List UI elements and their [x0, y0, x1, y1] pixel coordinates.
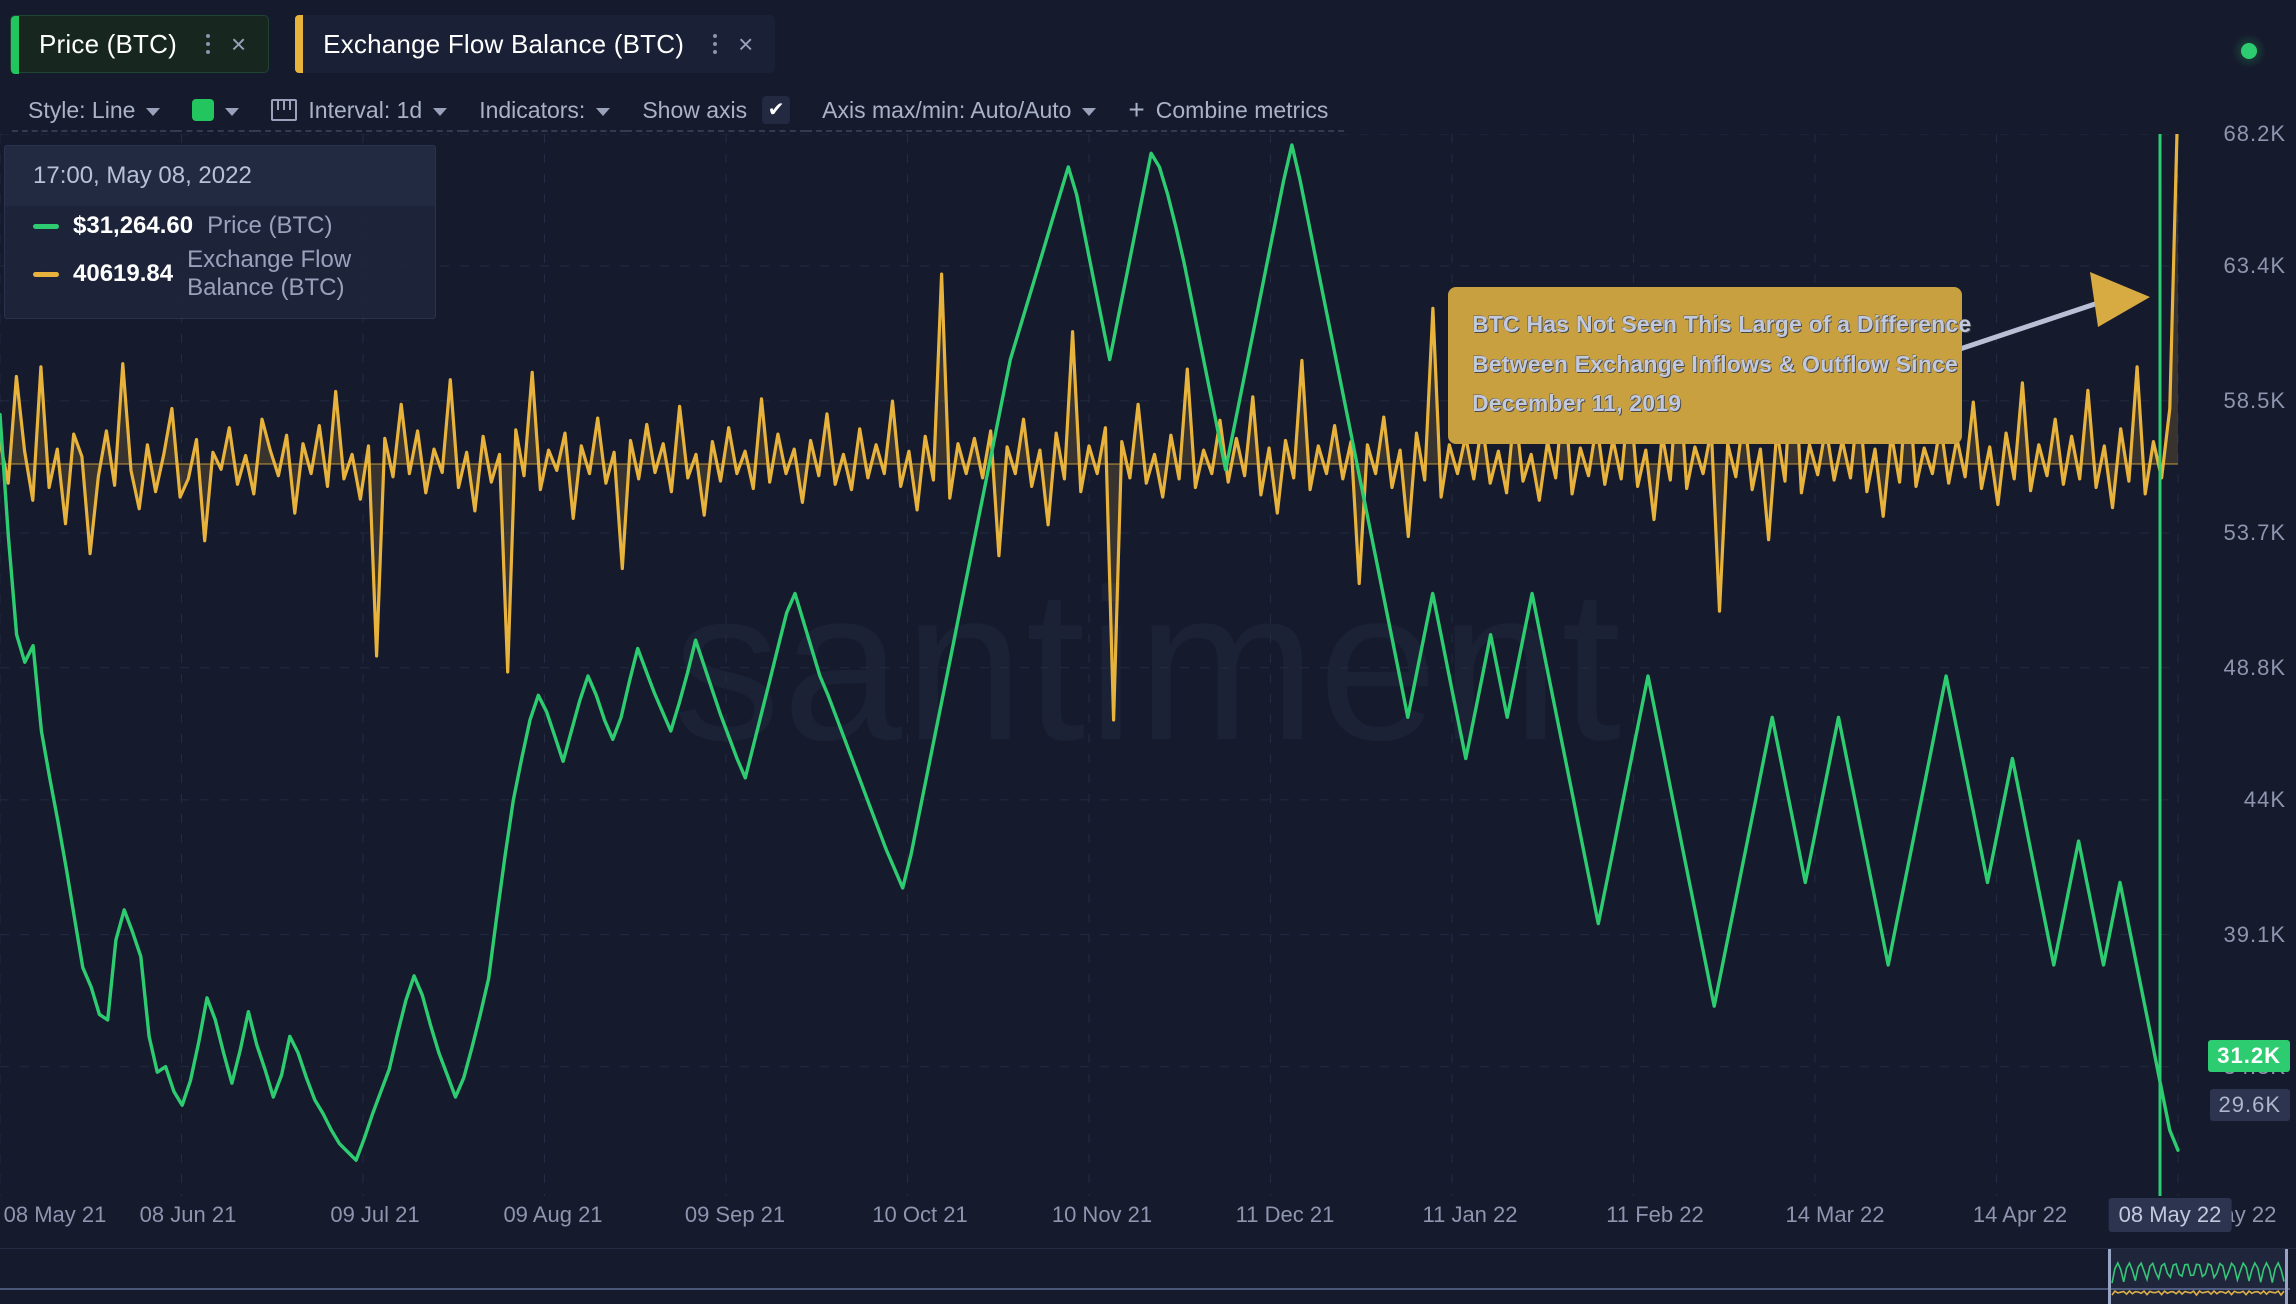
x-axis-tick-label: 11 Dec 21: [1235, 1202, 1335, 1227]
indicators-dropdown[interactable]: Indicators:: [463, 90, 627, 132]
series-color-dash: [33, 223, 59, 229]
y-axis-tick-label: 58.5K: [2223, 387, 2286, 413]
interval-dropdown[interactable]: Interval: 1d: [255, 90, 464, 132]
color-swatch-icon: [192, 99, 215, 121]
x-axis-tick-label: 10 Nov 21: [1051, 1202, 1153, 1227]
x-axis-tick-label: 09 Aug 21: [503, 1202, 603, 1227]
chevron-down-icon: [596, 107, 611, 116]
indicators-label: Indicators:: [479, 96, 586, 123]
chevron-down-icon: [1082, 107, 1097, 116]
tooltip-value: $31,264.60: [73, 212, 194, 239]
chevron-down-icon: [146, 107, 161, 116]
annotation-line: BTC Has Not Seen This Large of a Differe…: [1472, 311, 1972, 337]
x-axis-tick-label: 08 May 21: [3, 1202, 107, 1227]
tooltip-series-name: Price (BTC): [207, 212, 333, 239]
plus-icon: +: [1128, 94, 1145, 125]
close-icon[interactable]: ×: [738, 31, 753, 57]
cursor-price-badge: 31.2K: [2208, 1040, 2290, 1072]
x-axis-tick-label: 14 Apr 22: [1972, 1202, 2068, 1227]
x-axis-tick-label: 14 Mar 22: [1785, 1202, 1885, 1227]
x-axis: 08 May 21 08 Jun 21 09 Jul 21 09 Aug 21 09 S…: [0, 1196, 2296, 1246]
y-axis-tick-label: 63.4K: [2223, 253, 2286, 279]
series-color-dash: [33, 271, 59, 277]
chart-app: Price (BTC) × Exchange Flow Balance (BTC…: [0, 0, 2296, 1304]
range-navigator[interactable]: [0, 1248, 2296, 1304]
annotation-line: December 11, 2019: [1472, 390, 1682, 417]
interval-icon: [271, 99, 298, 121]
tooltip-date: 17:00, May 08, 2022: [5, 146, 435, 206]
tab-price-btc[interactable]: Price (BTC) ×: [10, 15, 270, 74]
show-axis-label: Show axis: [642, 96, 748, 123]
y-axis-tick-label: 39.1K: [2223, 921, 2286, 947]
kebab-menu-icon[interactable]: [706, 31, 724, 57]
chevron-down-icon: [225, 107, 240, 116]
style-dropdown[interactable]: Style: Line: [12, 90, 177, 132]
x-axis-tick-label: 09 Sep 21: [684, 1202, 786, 1227]
tooltip-series-name: Exchange Flow Balance (BTC): [187, 246, 352, 301]
x-axis-tick-label: 10 Oct 21: [872, 1202, 968, 1227]
show-axis-toggle[interactable]: Show axis ✔: [626, 90, 807, 132]
axis-minmax-dropdown[interactable]: Axis max/min: Auto/Auto: [806, 90, 1113, 132]
tab-accent-bar: [11, 16, 19, 74]
style-label: Style: Line: [28, 96, 136, 123]
x-axis-tick-label: 11 Feb 22: [1606, 1202, 1704, 1227]
annotation-callout: BTC Has Not Seen This Large of a Differe…: [1448, 287, 1972, 444]
cursor-flow-badge: 29.6K: [2209, 1089, 2290, 1121]
x-axis-tick-label: 09 Jul 21: [330, 1202, 420, 1227]
metric-tab-bar: Price (BTC) × Exchange Flow Balance (BTC…: [0, 0, 2296, 88]
combine-metrics-label: Combine metrics: [1155, 96, 1329, 123]
tooltip-row-price: $31,264.60 Price (BTC): [5, 206, 435, 240]
y-axis-tick-label: 44K: [2243, 786, 2286, 812]
axis-minmax-label: Axis max/min: Auto/Auto: [822, 96, 1072, 123]
kebab-menu-icon[interactable]: [199, 31, 217, 57]
color-dropdown[interactable]: [176, 90, 256, 132]
chart-tooltip: 17:00, May 08, 2022 $31,264.60 Price (BT…: [4, 145, 436, 319]
tab-label: Price (BTC): [39, 28, 177, 59]
y-axis-tick-label: 68.2K: [2223, 121, 2286, 146]
tab-label: Exchange Flow Balance (BTC): [323, 28, 685, 59]
checkmark-icon[interactable]: ✔: [762, 96, 791, 124]
tab-accent-bar: [295, 15, 304, 73]
tab-exchange-flow-balance-btc[interactable]: Exchange Flow Balance (BTC) ×: [295, 15, 776, 73]
annotation-line: Between Exchange Inflows & Outflow Since: [1472, 350, 1958, 377]
x-axis-tick-label: 11 Jan 22: [1422, 1202, 1518, 1227]
x-axis-tick-label: 08 Jun 21: [139, 1202, 237, 1227]
cursor-date-label: 08 May 22: [2108, 1198, 2232, 1232]
status-dot-core: [2241, 43, 2257, 59]
y-axis-tick-label: 53.7K: [2223, 519, 2286, 545]
chart-plot-area[interactable]: santiment 17:00, May 08, 2022 $31,264.60…: [0, 134, 2296, 1196]
live-status-dot: [2232, 34, 2266, 68]
chart-toolbar: Style: Line Interval: 1d Indicators: Sho…: [0, 88, 2296, 134]
chevron-down-icon: [433, 107, 448, 116]
interval-label: Interval: 1d: [308, 96, 423, 123]
navigator-sparkline: [0, 1261, 2290, 1297]
close-icon[interactable]: ×: [231, 31, 246, 57]
y-axis-tick-label: 48.8K: [2223, 654, 2286, 680]
combine-metrics-button[interactable]: + Combine metrics: [1112, 90, 1345, 132]
tooltip-value: 40619.84: [73, 260, 174, 287]
navigator-selection-handle[interactable]: [2108, 1249, 2288, 1304]
y-axis: 68.2K63.4K58.5K53.7K48.8K44K39.1K34.3K31…: [2178, 121, 2296, 1196]
tooltip-row-flow: 40619.84 Exchange Flow Balance (BTC): [5, 240, 435, 302]
